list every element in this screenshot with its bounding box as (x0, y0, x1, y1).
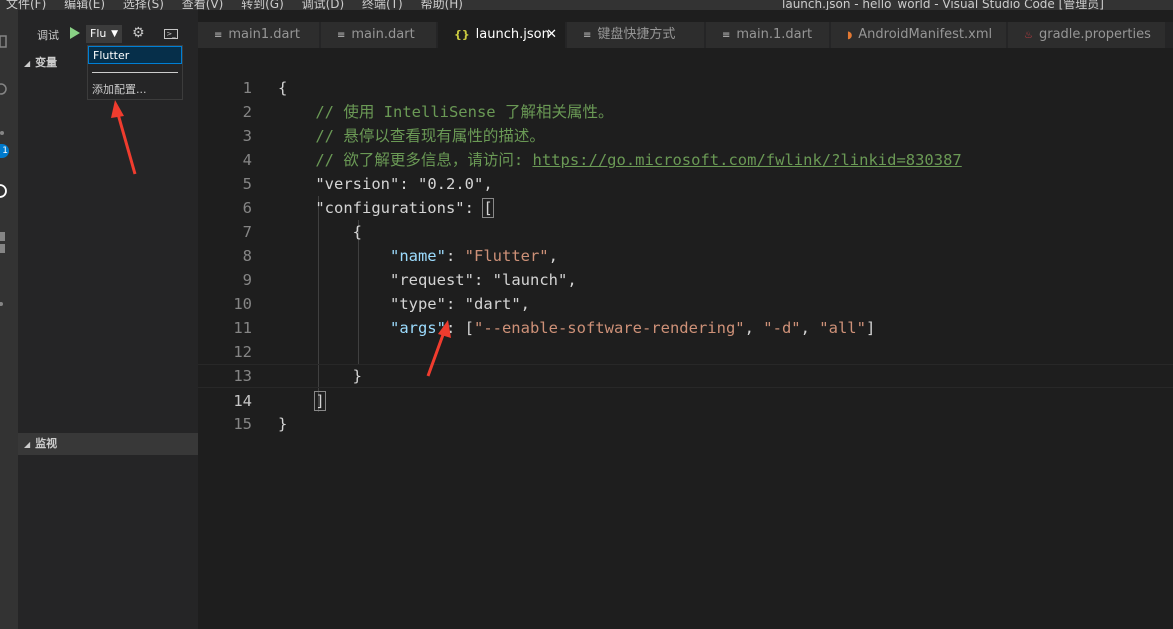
debug-label: 调试 (37, 29, 59, 42)
tab-main1-dart[interactable]: ≡ main1.dart (198, 22, 320, 48)
menu-selection[interactable]: 选择(S) (123, 0, 164, 10)
debug-sidebar: 调试 Flu ▼ ⚙ >_ Flutter 添加配置... ◢ 变量 ◢ 监视 (18, 10, 198, 629)
tab-label: main.dart (351, 27, 415, 42)
rss-icon: ◗ (847, 30, 853, 41)
tab-label: main1.dart (228, 27, 300, 42)
editor-area: ≡ main1.dart ≡ main.dart {} launch.json ✕ ≡… (198, 10, 1173, 629)
tab-launch-json[interactable]: {} launch.json ✕ (438, 22, 566, 48)
menu-debug[interactable]: 调试(D) (302, 0, 345, 10)
code-line: 9 "request": "launch", (198, 244, 1173, 289)
code-line: 2 // 使用 IntelliSense 了解相关属性。 (198, 76, 1173, 121)
code-text: } (278, 415, 288, 433)
code-line: 5 "version": "0.2.0", (198, 148, 1173, 193)
menu-file[interactable]: 文件(F) (6, 0, 46, 10)
debug-icon[interactable] (0, 182, 8, 198)
gear-icon[interactable]: ⚙ (132, 25, 145, 41)
chevron-down-icon: ◢ (24, 59, 31, 68)
tab-main-dart[interactable]: ≡ main.dart (321, 22, 437, 48)
close-icon[interactable]: ✕ (546, 22, 557, 48)
explorer-icon[interactable] (0, 34, 8, 48)
chevron-down-icon: ▼ (111, 29, 118, 39)
code-line: 15} (198, 388, 1173, 433)
window-title: launch.json - hello_world - Visual Studi… (782, 0, 1104, 10)
tab-main-1-dart[interactable]: ≡ main.1.dart (706, 22, 830, 48)
start-debugging-icon[interactable] (70, 27, 80, 39)
debug-console-icon[interactable]: >_ (164, 29, 178, 39)
code-line: 7 { (198, 196, 1173, 241)
dropdown-option-add-config[interactable]: 添加配置... (88, 81, 182, 99)
tab-label: 键盘快捷方式 (597, 27, 676, 42)
tab-androidmanifest-xml[interactable]: ◗ AndroidManifest.xml (831, 22, 1007, 48)
dropdown-option-flutter[interactable]: Flutter (88, 46, 182, 64)
menu-edit[interactable]: 编辑(E) (64, 0, 105, 10)
debug-config-select[interactable]: Flu ▼ (86, 25, 122, 43)
debug-toolbar: 调试 Flu ▼ ⚙ >_ (18, 23, 198, 45)
code-line: 4 // 欲了解更多信息，请访问: https://go.microsoft.c… (198, 124, 1173, 169)
java-icon: ♨ (1024, 30, 1033, 41)
annotation-arrow (426, 320, 451, 377)
json-braces-icon: {} (454, 28, 470, 41)
line-number: 15 (233, 415, 252, 433)
lines-icon: ≡ (722, 30, 731, 41)
code-line: 3 // 悬停以查看现有属性的描述。 (198, 100, 1173, 145)
dropdown-separator (92, 72, 178, 73)
editor-tabs: ≡ main1.dart ≡ main.dart {} launch.json ✕ ≡… (198, 22, 1173, 48)
extensions-icon[interactable] (0, 232, 8, 253)
title-bar: 文件(F) 编辑(E) 选择(S) 查看(V) 转到(G) 调试(D) 终端(T… (0, 0, 1173, 10)
debug-config-value: Flu (90, 27, 107, 40)
code-line: 10 "type": "dart", (198, 268, 1173, 313)
code-line: 8 "name": "Flutter", (198, 220, 1173, 265)
activity-bar: 1 (0, 10, 18, 629)
watch-panel-header[interactable]: ◢ 监视 (18, 433, 198, 455)
watch-title: 监视 (35, 437, 58, 450)
search-icon[interactable] (0, 82, 8, 95)
source-control-icon[interactable] (0, 124, 8, 136)
code-line: 6 "configurations": [ (198, 172, 1173, 218)
menu-bar: 文件(F) 编辑(E) 选择(S) 查看(V) 转到(G) 调试(D) 终端(T… (6, 0, 477, 10)
tab-label: launch.json (475, 27, 550, 42)
tab-gradle-properties[interactable]: ♨ gradle.properties (1008, 22, 1166, 48)
lines-icon: ≡ (214, 30, 223, 41)
menu-terminal[interactable]: 终端(T) (362, 0, 403, 10)
chevron-down-icon: ◢ (24, 440, 31, 449)
debug-config-dropdown: Flutter 添加配置... (87, 45, 183, 100)
code-line: 12 (198, 316, 1173, 361)
variables-title: 变量 (35, 56, 58, 69)
tab-keyboard-shortcuts[interactable]: ≡ 键盘快捷方式 (567, 22, 705, 48)
tab-label: AndroidManifest.xml (858, 27, 993, 42)
current-code-line: 14 ] (198, 364, 1173, 411)
lines-icon: ≡ (337, 30, 346, 41)
code-line: 11 "args": ["--enable-software-rendering… (198, 292, 1173, 337)
annotation-arrow (111, 100, 137, 175)
tab-label: main.1.dart (736, 27, 813, 42)
tab-label: gradle.properties (1038, 27, 1151, 42)
code-line: 1{ (198, 52, 1173, 97)
source-control-badge: 1 (0, 144, 9, 158)
code-line: 13 } (198, 340, 1173, 385)
lines-icon: ≡ (583, 30, 592, 41)
menu-goto[interactable]: 转到(G) (241, 0, 284, 10)
menu-view[interactable]: 查看(V) (182, 0, 224, 10)
menu-help[interactable]: 帮助(H) (421, 0, 463, 10)
accounts-icon[interactable] (0, 294, 8, 306)
